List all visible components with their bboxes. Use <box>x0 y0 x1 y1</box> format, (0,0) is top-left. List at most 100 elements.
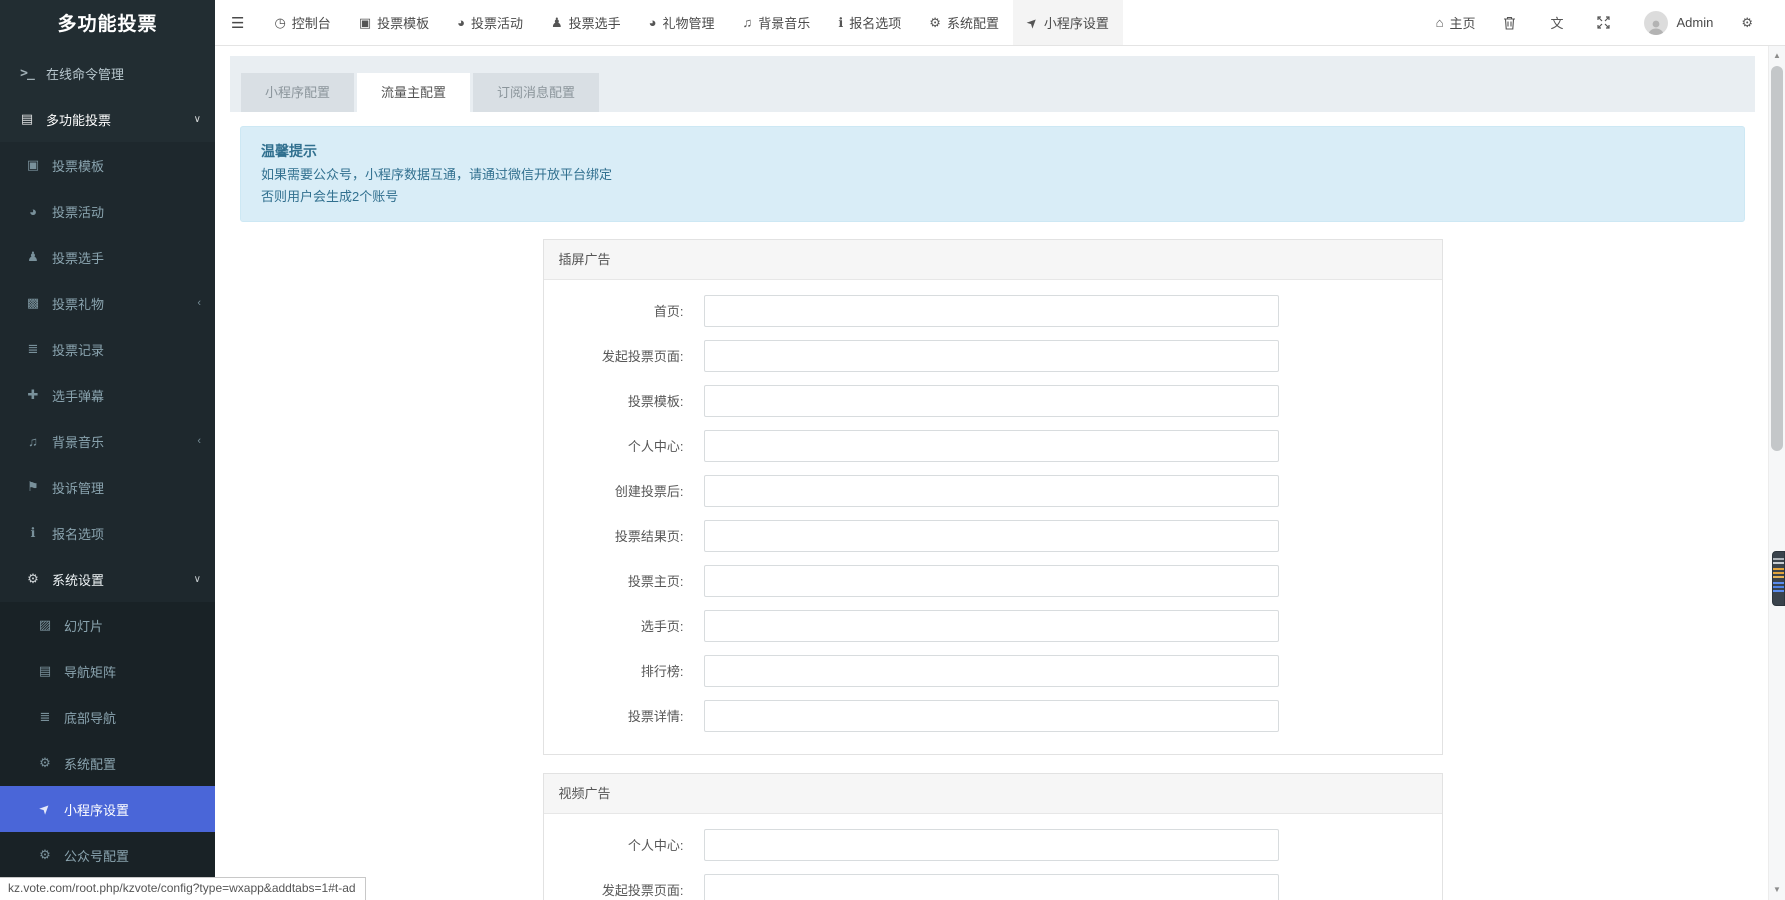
form-row: 创建投票后: <box>544 468 1442 513</box>
field-label: 投票模板: <box>544 391 684 410</box>
home-button[interactable]: ⌂ 主页 <box>1422 0 1490 45</box>
vertical-scrollbar[interactable]: ▲ ▼ <box>1768 46 1785 900</box>
home-icon: ⌂ <box>1436 15 1444 30</box>
topnav-gift-management[interactable]: ◕ 礼物管理 <box>635 0 729 45</box>
music-icon: ♫ <box>743 15 753 30</box>
topbar-nav: ☰ ◷ 控制台 ▣ 投票模板 ◕ 投票活动 ♟ 投票选手 ◕ 礼物管理 ♫ 背景… <box>215 0 1123 45</box>
info-icon: ℹ <box>22 525 44 541</box>
sidebar-item-label: 报名选项 <box>52 524 104 543</box>
sidebar-item-slideshow[interactable]: ▨ 幻灯片 <box>0 602 215 648</box>
interstitial-vote-home-input[interactable] <box>704 565 1279 597</box>
topnav-system-config[interactable]: ⚙ 系统配置 <box>915 0 1013 45</box>
form-row: 投票详情: <box>544 693 1442 738</box>
interstitial-create-vote-page-input[interactable] <box>704 340 1279 372</box>
list-icon: ≣ <box>22 341 44 357</box>
alert-line: 否则用户会生成2个账号 <box>261 186 1724 208</box>
scroll-up-arrow[interactable]: ▲ <box>1769 48 1785 64</box>
sidebar-item-vote-template[interactable]: ▣ 投票模板 <box>0 142 215 188</box>
sidebar-item-bottom-nav[interactable]: ≣ 底部导航 <box>0 694 215 740</box>
gear-icon: ⚙ <box>34 847 56 863</box>
sidebar-item-vote-records[interactable]: ≣ 投票记录 <box>0 326 215 372</box>
clear-cache-button[interactable] <box>1489 0 1536 45</box>
sidebar-item-online-command[interactable]: >_ 在线命令管理 <box>0 50 215 96</box>
home-label: 主页 <box>1449 13 1475 32</box>
sidebar-item-label: 投票记录 <box>52 340 104 359</box>
interstitial-after-create-input[interactable] <box>704 475 1279 507</box>
fullscreen-icon <box>1597 16 1610 29</box>
sidebar-item-label: 在线命令管理 <box>46 64 124 83</box>
settings-button[interactable]: ⚙ <box>1727 0 1773 45</box>
hamburger-icon: ☰ <box>231 14 244 32</box>
topnav-miniprogram-settings[interactable]: ➤ 小程序设置 <box>1013 0 1123 45</box>
sidebar-item-multivote[interactable]: ▤ 多功能投票 ∨ <box>0 96 215 142</box>
interstitial-ranking-input[interactable] <box>704 655 1279 687</box>
panel-title: 视频广告 <box>544 774 1442 814</box>
sidebar-item-background-music[interactable]: ♫ 背景音乐 ‹ <box>0 418 215 464</box>
scroll-down-arrow[interactable]: ▼ <box>1769 882 1785 898</box>
sidebar-item-nav-matrix[interactable]: ▤ 导航矩阵 <box>0 648 215 694</box>
user-menu[interactable]: Admin <box>1630 0 1727 45</box>
rocket-icon: ➤ <box>1023 13 1042 32</box>
language-button[interactable]: 文 <box>1536 0 1583 45</box>
sidebar-item-vote-gift[interactable]: ▩ 投票礼物 ‹ <box>0 280 215 326</box>
sidebar-item-vote-activity[interactable]: ◕ 投票活动 <box>0 188 215 234</box>
user-plus-icon: ♟ <box>22 249 44 265</box>
sidebar-item-system-settings[interactable]: ⚙ 系统设置 ∨ <box>0 556 215 602</box>
video-create-vote-page-input[interactable] <box>704 874 1279 900</box>
interstitial-vote-detail-input[interactable] <box>704 700 1279 732</box>
sidebar-item-signup-options[interactable]: ℹ 报名选项 <box>0 510 215 556</box>
rocket-icon: ➤ <box>32 796 59 823</box>
topbar: ☰ ◷ 控制台 ▣ 投票模板 ◕ 投票活动 ♟ 投票选手 ◕ 礼物管理 ♫ 背景… <box>215 0 1785 46</box>
sidebar-item-official-account-config[interactable]: ⚙ 公众号配置 <box>0 832 215 878</box>
user-name: Admin <box>1676 15 1713 30</box>
sidebar-item-vote-player[interactable]: ♟ 投票选手 <box>0 234 215 280</box>
sidebar-item-label: 背景音乐 <box>52 432 104 451</box>
topnav-label: 控制台 <box>292 13 331 32</box>
topnav-vote-activity[interactable]: ◕ 投票活动 <box>443 0 537 45</box>
terminal-icon: >_ <box>16 66 38 81</box>
scroll-minimap-widget[interactable] <box>1772 551 1785 606</box>
chevron-down-icon: ∨ <box>194 114 201 125</box>
video-personal-center-input[interactable] <box>704 829 1279 861</box>
topnav-label: 小程序设置 <box>1044 13 1109 32</box>
interstitial-personal-center-input[interactable] <box>704 430 1279 462</box>
image-icon: ▣ <box>22 157 44 173</box>
sidebar-item-label: 投票礼物 <box>52 294 104 313</box>
sidebar-toggle-button[interactable]: ☰ <box>215 0 260 45</box>
sidebar-item-label: 底部导航 <box>64 708 116 727</box>
sidebar-item-label: 系统设置 <box>52 570 104 589</box>
sidebar-item-player-danmaku[interactable]: ✚ 选手弹幕 <box>0 372 215 418</box>
field-label: 选手页: <box>544 616 684 635</box>
topnav-background-music[interactable]: ♫ 背景音乐 <box>729 0 825 45</box>
topbar-right: ⌂ 主页 文 Admin ⚙ <box>1422 0 1785 45</box>
panel-title: 插屏广告 <box>544 240 1442 280</box>
tab-subscribe-message-config[interactable]: 订阅消息配置 <box>473 73 599 112</box>
sidebar-item-complaints[interactable]: ⚑ 投诉管理 <box>0 464 215 510</box>
sidebar-item-miniprogram-settings[interactable]: ➤ 小程序设置 <box>0 786 215 832</box>
fullscreen-button[interactable] <box>1583 0 1630 45</box>
interstitial-home-input[interactable] <box>704 295 1279 327</box>
panel-body: 首页: 发起投票页面: 投票模板: 个人中心: 创建投票后: <box>544 280 1442 754</box>
topnav-dashboard[interactable]: ◷ 控制台 <box>260 0 344 45</box>
topnav-vote-player[interactable]: ♟ 投票选手 <box>537 0 635 45</box>
chevron-down-icon: ∨ <box>194 574 201 585</box>
scrollbar-thumb[interactable] <box>1771 66 1783 451</box>
sidebar-item-label: 投诉管理 <box>52 478 104 497</box>
sidebar-item-label: 幻灯片 <box>64 616 103 635</box>
interstitial-vote-template-input[interactable] <box>704 385 1279 417</box>
chevron-left-icon: ‹ <box>197 297 201 309</box>
trash-icon <box>1503 16 1516 30</box>
layers-icon: ▤ <box>16 111 38 127</box>
topnav-vote-template[interactable]: ▣ 投票模板 <box>345 0 443 45</box>
link-preview-statusbar: kz.vote.com/root.php/kzvote/config?type=… <box>0 877 366 900</box>
dashboard-icon: ◷ <box>274 15 285 31</box>
tab-miniprogram-config[interactable]: 小程序配置 <box>241 73 354 112</box>
interstitial-vote-result-input[interactable] <box>704 520 1279 552</box>
form-row: 投票模板: <box>544 378 1442 423</box>
form-row: 个人中心: <box>544 423 1442 468</box>
gear-icon: ⚙ <box>22 571 44 587</box>
interstitial-player-page-input[interactable] <box>704 610 1279 642</box>
tab-traffic-config[interactable]: 流量主配置 <box>357 73 470 112</box>
sidebar-item-system-config[interactable]: ⚙ 系统配置 <box>0 740 215 786</box>
topnav-signup-options[interactable]: ℹ 报名选项 <box>824 0 915 45</box>
